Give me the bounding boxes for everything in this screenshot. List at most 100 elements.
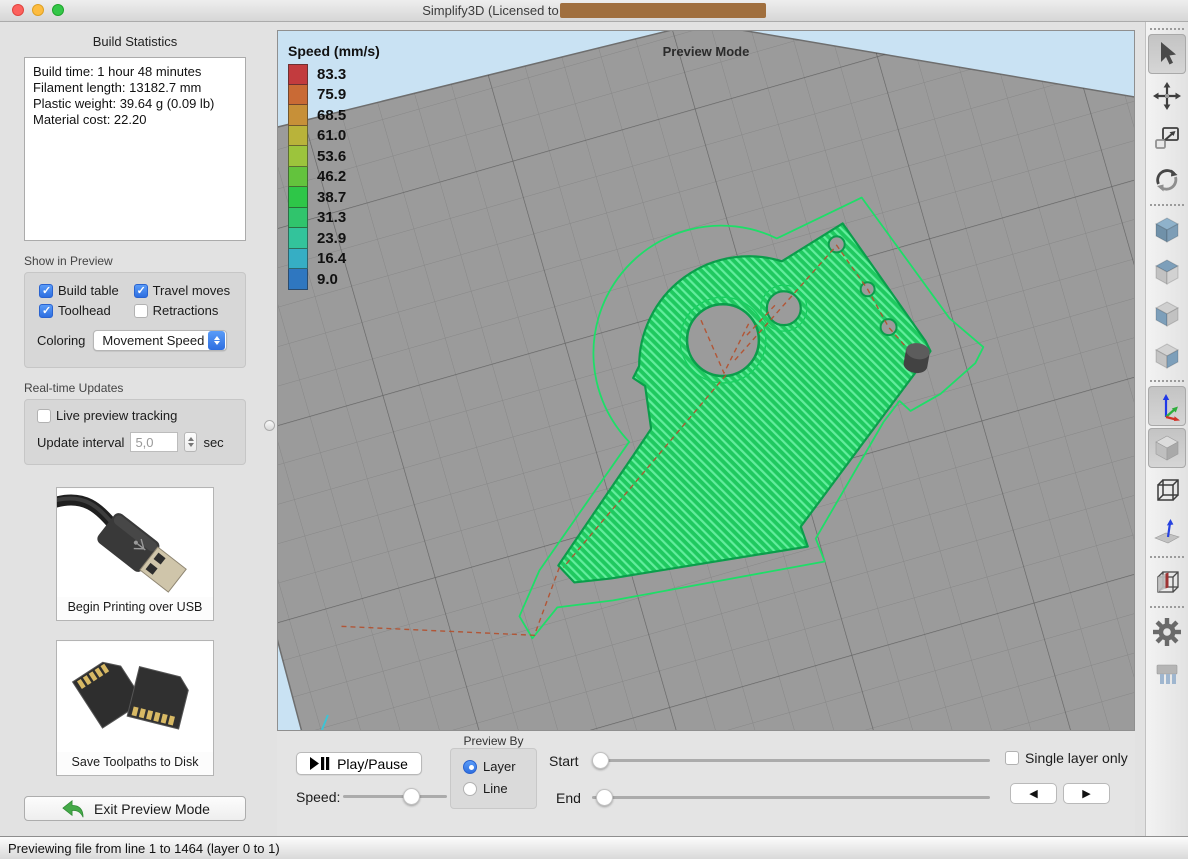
end-slider-thumb[interactable] — [596, 789, 613, 806]
orient-normal-button[interactable] — [1148, 512, 1186, 552]
legend-value: 68.5 — [317, 107, 346, 124]
preview-by-label: Preview By — [450, 734, 537, 748]
update-interval-field[interactable]: 5,0 — [130, 432, 178, 452]
axes-toggle-button[interactable] — [1148, 386, 1186, 426]
close-window-button[interactable] — [12, 4, 24, 16]
wireframe-view-button[interactable] — [1148, 470, 1186, 510]
settings-button[interactable] — [1148, 612, 1186, 652]
support-structures-button[interactable] — [1148, 654, 1186, 694]
top-view-cube-icon — [1152, 257, 1182, 287]
previous-layer-button[interactable]: ◀ — [1010, 783, 1057, 804]
end-slider-track[interactable] — [592, 796, 990, 799]
legend-entry: 31.3 — [288, 208, 380, 229]
start-slider-thumb[interactable] — [592, 752, 609, 769]
gear-icon — [1152, 617, 1182, 647]
scale-icon — [1152, 123, 1182, 153]
start-slider-track[interactable] — [592, 759, 990, 762]
legend-swatch — [288, 208, 308, 229]
sidebar-splitter[interactable] — [262, 22, 277, 836]
legend-entry: 53.6 — [288, 146, 380, 167]
exit-button-label: Exit Preview Mode — [94, 801, 210, 817]
begin-printing-usb-button[interactable]: Begin Printing over USB — [56, 487, 214, 621]
window-controls — [12, 4, 64, 16]
legend-value: 46.2 — [317, 168, 346, 185]
select-tool-button[interactable] — [1148, 34, 1186, 74]
coloring-dropdown[interactable]: Movement Speed — [93, 330, 227, 351]
legend-entry: 61.0 — [288, 126, 380, 147]
legend-value: 53.6 — [317, 148, 346, 165]
license-redaction — [560, 3, 766, 18]
view-side-button[interactable] — [1148, 336, 1186, 376]
checkbox-icon — [39, 284, 53, 298]
exit-preview-mode-button[interactable]: Exit Preview Mode — [24, 796, 246, 821]
single-layer-checkbox[interactable]: Single layer only — [1005, 750, 1128, 766]
play-pause-button[interactable]: Play/Pause — [296, 752, 422, 775]
iso-view-cube-icon — [1152, 215, 1182, 245]
view-front-button[interactable] — [1148, 294, 1186, 334]
move-arrows-icon — [1152, 81, 1182, 111]
checkbox-label: Build table — [58, 283, 119, 298]
toolbar-divider — [1150, 380, 1184, 382]
axes-icon — [1152, 391, 1182, 421]
live-preview-tracking-checkbox[interactable]: Live preview tracking — [37, 408, 233, 423]
legend-entry: 83.3 — [288, 64, 380, 85]
end-label: End — [556, 790, 581, 806]
build-statistics-box: Build time: 1 hour 48 minutesFilament le… — [24, 57, 246, 241]
toolbar-divider — [1150, 606, 1184, 608]
toolbar-divider — [1150, 28, 1184, 30]
legend-entry: 23.9 — [288, 228, 380, 249]
legend-swatch — [288, 228, 308, 249]
start-label: Start — [549, 753, 579, 769]
checkbox-build-table[interactable]: Build table — [39, 283, 122, 298]
next-layer-button[interactable]: ▶ — [1063, 783, 1110, 804]
view-iso-button[interactable] — [1148, 210, 1186, 250]
preview-by-group: Layer Line — [450, 748, 537, 809]
minimize-window-button[interactable] — [32, 4, 44, 16]
play-pause-label: Play/Pause — [337, 756, 408, 772]
checkbox-icon — [134, 304, 148, 318]
surface-normal-icon — [1152, 517, 1182, 547]
speed-slider[interactable] — [343, 788, 447, 805]
view-top-button[interactable] — [1148, 252, 1186, 292]
speed-slider-thumb[interactable] — [403, 788, 420, 805]
update-interval-stepper[interactable] — [184, 432, 197, 452]
legend-entry: 46.2 — [288, 167, 380, 188]
model-hole-small-3 — [881, 319, 897, 335]
legend-entry: 9.0 — [288, 269, 380, 290]
window-title-text: Simplify3D (Licensed to — [422, 3, 559, 18]
speed-slider-track[interactable] — [343, 795, 447, 798]
move-tool-button[interactable] — [1148, 76, 1186, 116]
3d-scene[interactable] — [278, 31, 1134, 730]
build-stat-line: Plastic weight: 39.64 g (0.09 lb) — [33, 96, 237, 112]
checkbox-travel-moves[interactable]: Travel moves — [134, 283, 233, 298]
cross-section-button[interactable] — [1148, 562, 1186, 602]
preview-by-layer-radio[interactable]: Layer — [463, 759, 536, 774]
update-interval-unit: sec — [203, 435, 223, 450]
preview-viewport[interactable]: Preview Mode Speed (mm/s) 83.375.968.561… — [277, 30, 1135, 731]
coloring-label: Coloring — [37, 333, 85, 348]
zoom-window-button[interactable] — [52, 4, 64, 16]
splitter-handle-icon[interactable] — [264, 420, 275, 431]
cross-section-cube-icon — [1152, 567, 1182, 597]
end-slider[interactable] — [592, 789, 990, 806]
legend-value: 75.9 — [317, 86, 346, 103]
legend-value: 31.3 — [317, 209, 346, 226]
realtime-updates-label: Real-time Updates — [24, 381, 246, 395]
checkbox-label: Travel moves — [153, 283, 231, 298]
checkbox-retractions[interactable]: Retractions — [134, 303, 233, 318]
checkbox-toolhead[interactable]: Toolhead — [39, 303, 122, 318]
checkbox-label: Toolhead — [58, 303, 111, 318]
legend-value: 16.4 — [317, 250, 346, 267]
scale-tool-button[interactable] — [1148, 118, 1186, 158]
save-toolpaths-button[interactable]: Save Toolpaths to Disk — [56, 640, 214, 776]
preview-by-line-radio[interactable]: Line — [463, 781, 536, 796]
start-slider[interactable] — [592, 752, 990, 769]
dropdown-arrows-icon — [208, 331, 225, 350]
legend-swatch — [288, 146, 308, 167]
speed-legend: Speed (mm/s) 83.375.968.561.053.646.238.… — [288, 43, 380, 290]
legend-entry: 16.4 — [288, 249, 380, 270]
rotate-tool-button[interactable] — [1148, 160, 1186, 200]
live-preview-tracking-label: Live preview tracking — [56, 408, 177, 423]
solid-view-button[interactable] — [1148, 428, 1186, 468]
usb-button-caption: Begin Printing over USB — [57, 600, 213, 620]
